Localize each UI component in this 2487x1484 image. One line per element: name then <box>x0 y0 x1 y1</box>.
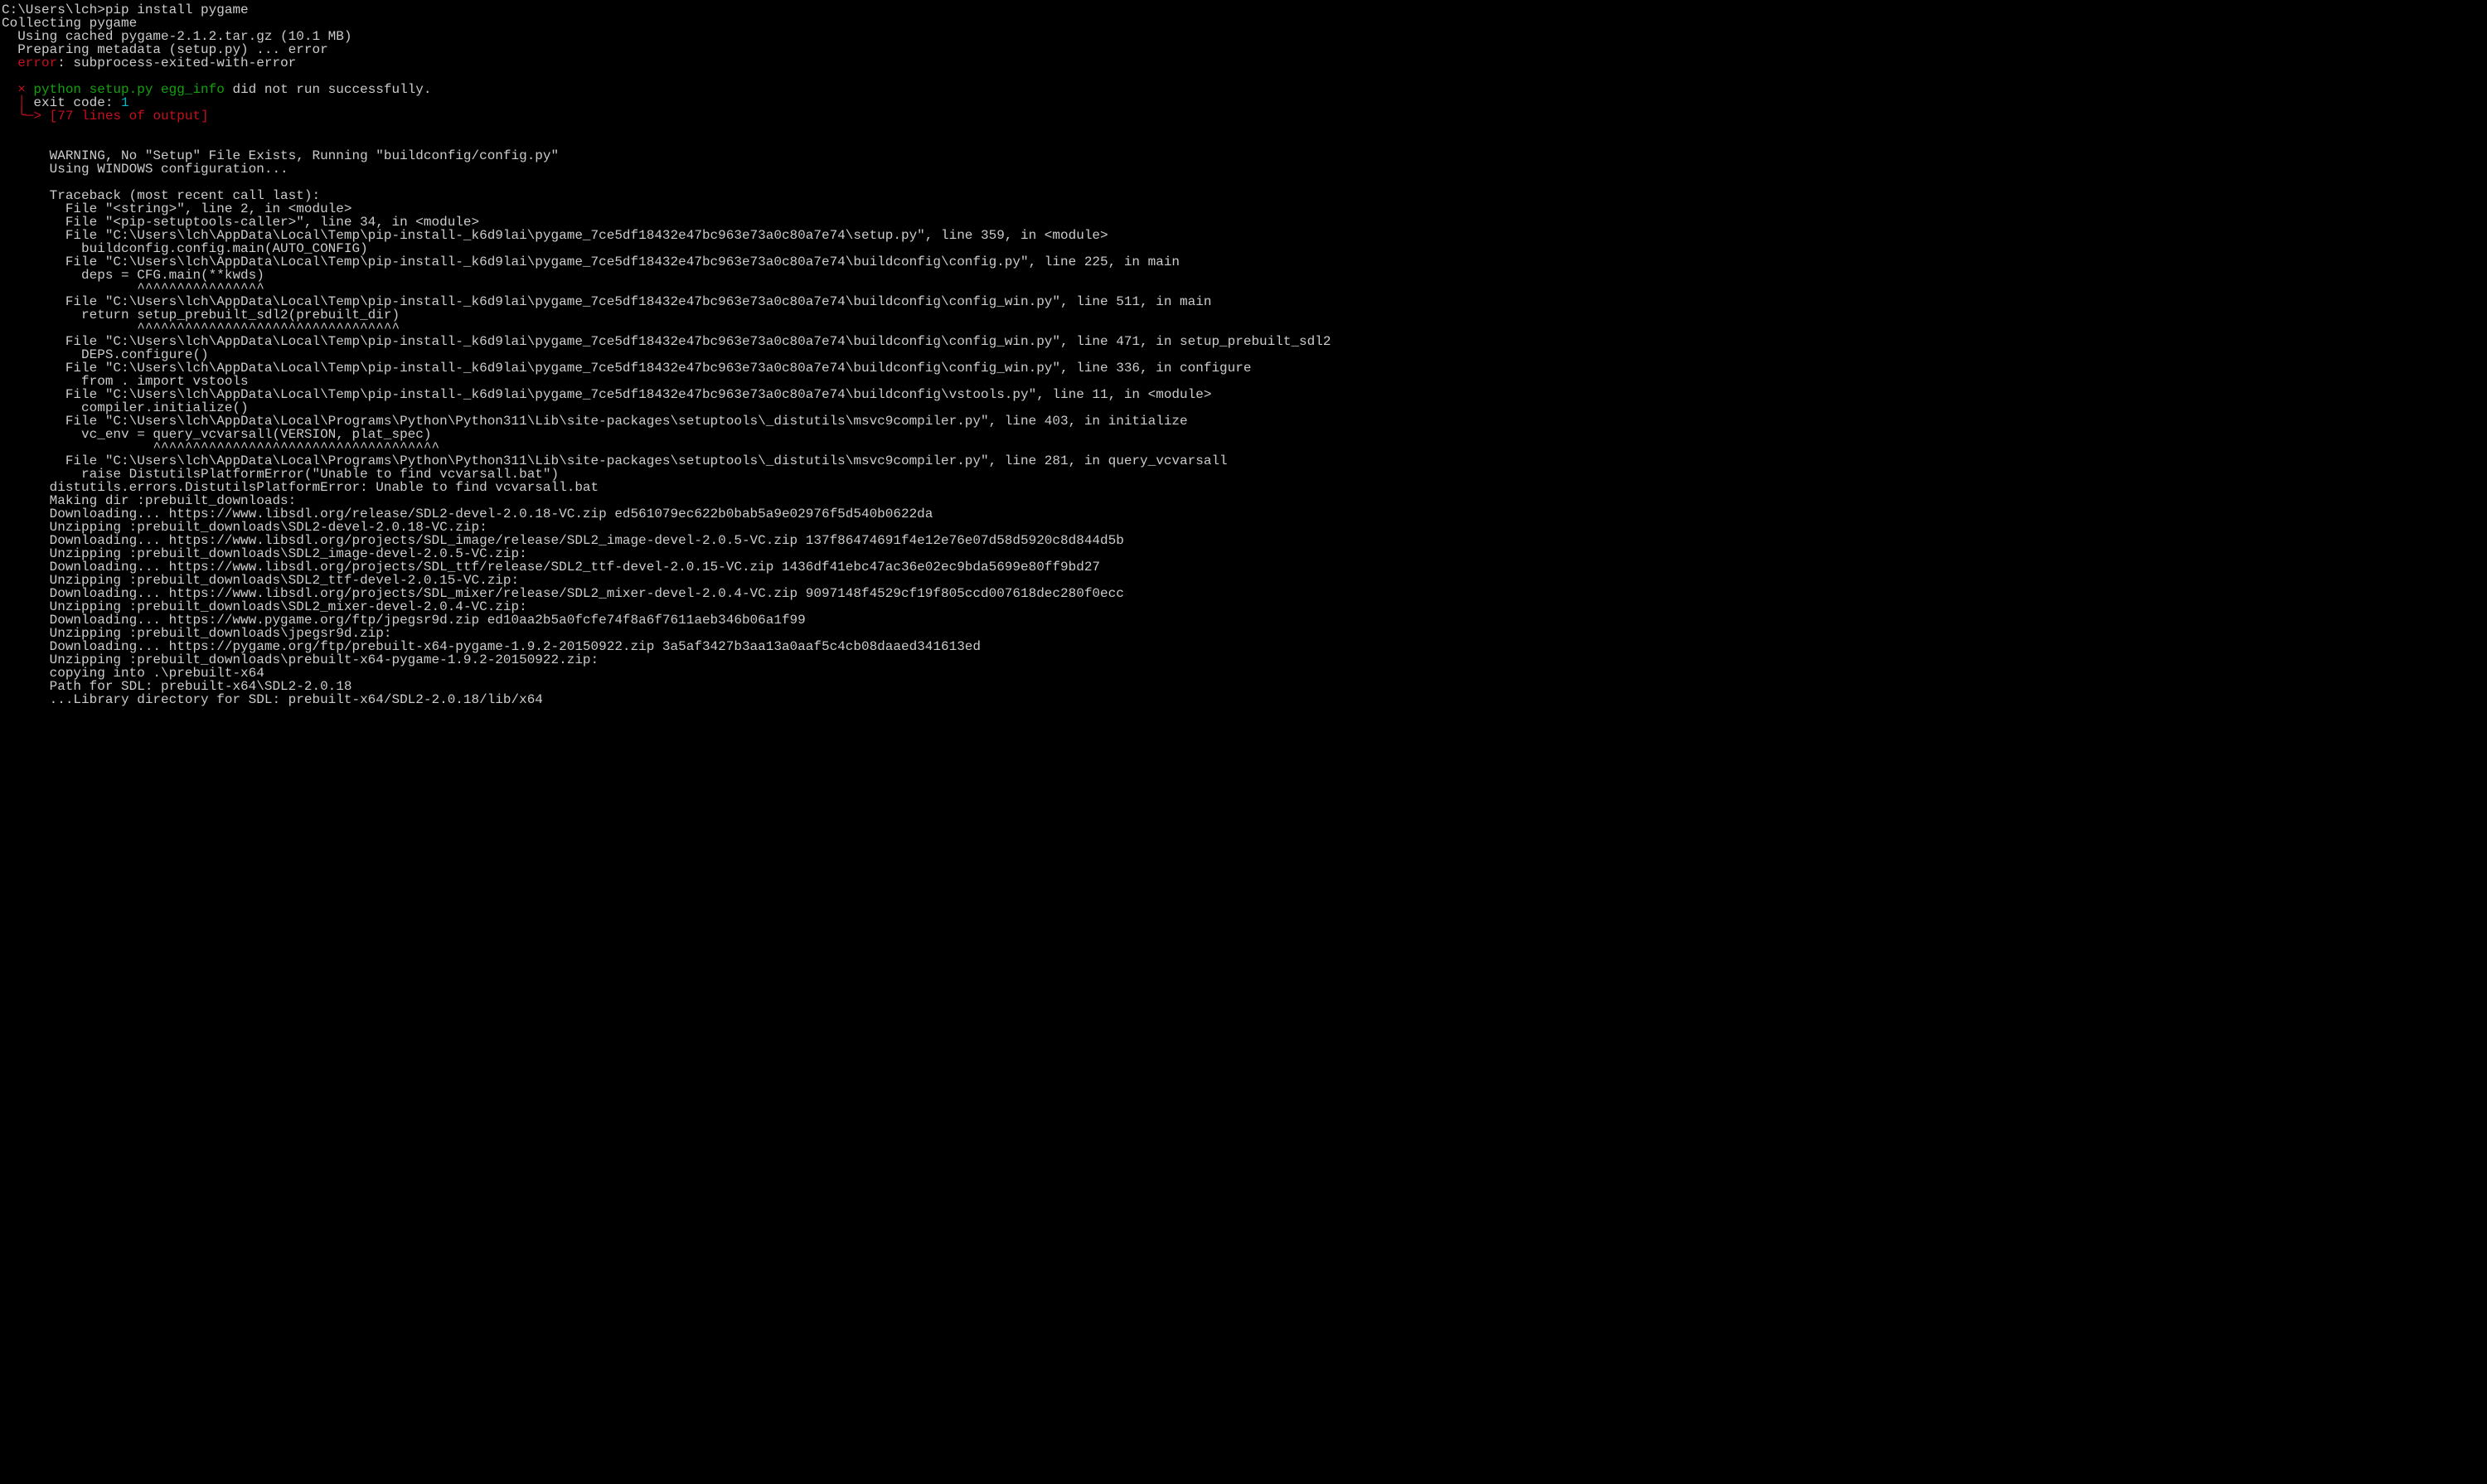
terminal-output: C:\Users\lch>pip install pygame Collecti… <box>0 0 2487 710</box>
output-line: Using WINDOWS configuration... <box>2 162 288 177</box>
error-label: error <box>2 56 57 70</box>
terminal-scroll-area[interactable]: C:\Users\lch>pip install pygame Collecti… <box>0 0 2487 1484</box>
box-arrow: ╰─> <box>2 109 41 124</box>
output-line: ...Library directory for SDL: prebuilt-x… <box>2 692 543 707</box>
lines-of-output: [77 lines of output] <box>41 109 209 124</box>
error-text: : subprocess-exited-with-error <box>57 56 296 70</box>
egg-info-rest: did not run successfully. <box>225 82 432 97</box>
